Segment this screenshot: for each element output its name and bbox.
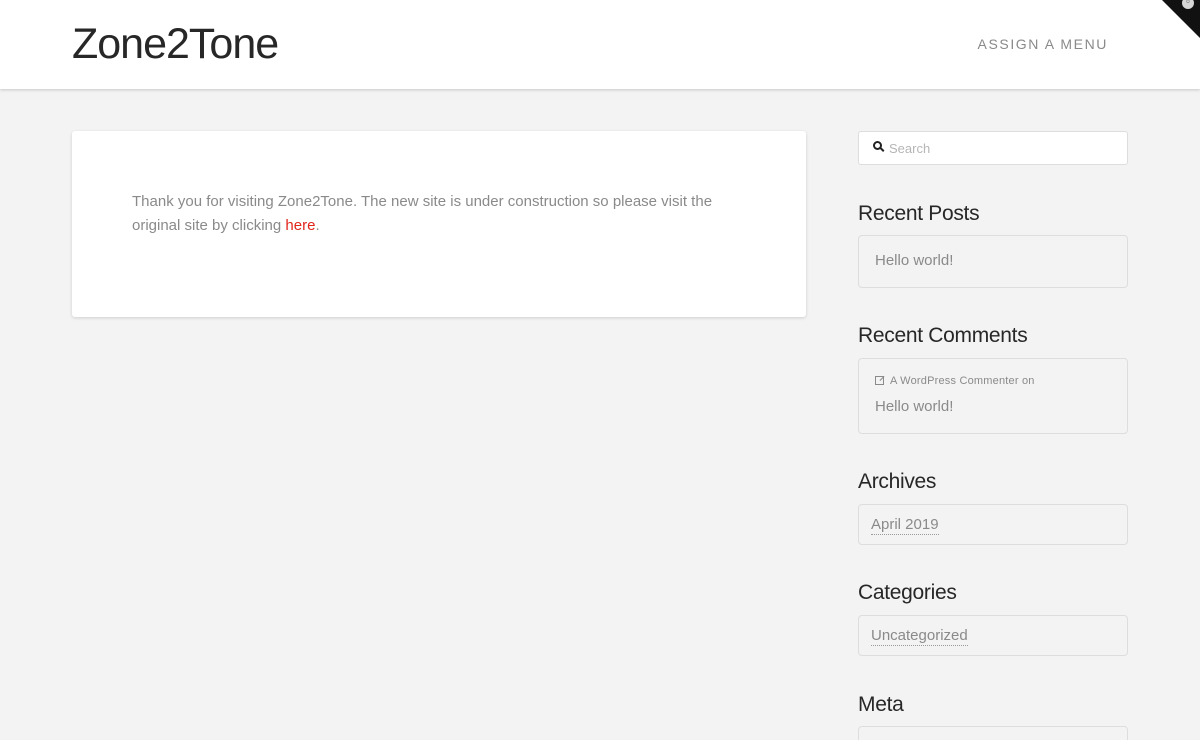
comment-author-link[interactable]: A WordPress Commenter [890, 375, 1019, 387]
entry-card: Thank you for visiting Zone2Tone. The ne… [72, 131, 806, 317]
recent-comments-widget: A WordPress Commenter on Hello world! [858, 358, 1128, 434]
meta-title: Meta [858, 693, 904, 716]
site-title-link[interactable]: Zone2Tone [72, 20, 279, 68]
entry-text-before: Thank you for visiting Zone2Tone. The ne… [132, 193, 713, 234]
recent-post-link[interactable]: Hello world! [875, 252, 953, 269]
entry-content: Thank you for visiting Zone2Tone. The ne… [132, 190, 732, 238]
search-form [858, 131, 1128, 165]
search-input[interactable] [889, 132, 1119, 164]
assign-menu-link[interactable]: ASSIGN A MENU [978, 36, 1109, 52]
corner-toggle[interactable] [1162, 0, 1200, 38]
external-link-icon [875, 376, 884, 385]
search-icon [873, 141, 882, 150]
entry-text-after: . [315, 217, 320, 234]
meta-widget [858, 726, 1128, 740]
sidebar: Recent Posts Hello world! Recent Comment… [858, 131, 1128, 740]
masthead: Zone2Tone ASSIGN A MENU [0, 0, 1200, 89]
category-link[interactable]: Uncategorized [871, 627, 968, 646]
categories-widget: Uncategorized [858, 615, 1128, 656]
page: Zone2Tone ASSIGN A MENU ◦ Thank you for … [0, 0, 1200, 740]
recent-comments-title: Recent Comments [858, 324, 1028, 347]
recent-posts-title: Recent Posts [858, 202, 980, 225]
categories-title: Categories [858, 581, 957, 604]
archive-link[interactable]: April 2019 [871, 516, 939, 535]
archives-widget: April 2019 [858, 504, 1128, 545]
archives-title: Archives [858, 470, 937, 493]
original-site-link[interactable]: here [285, 217, 315, 234]
comment-post-link[interactable]: Hello world! [875, 398, 953, 415]
comment-connector: on [1021, 375, 1035, 387]
comment-meta: A WordPress Commenter on [875, 375, 1035, 387]
recent-posts-widget: Hello world! [858, 235, 1128, 288]
